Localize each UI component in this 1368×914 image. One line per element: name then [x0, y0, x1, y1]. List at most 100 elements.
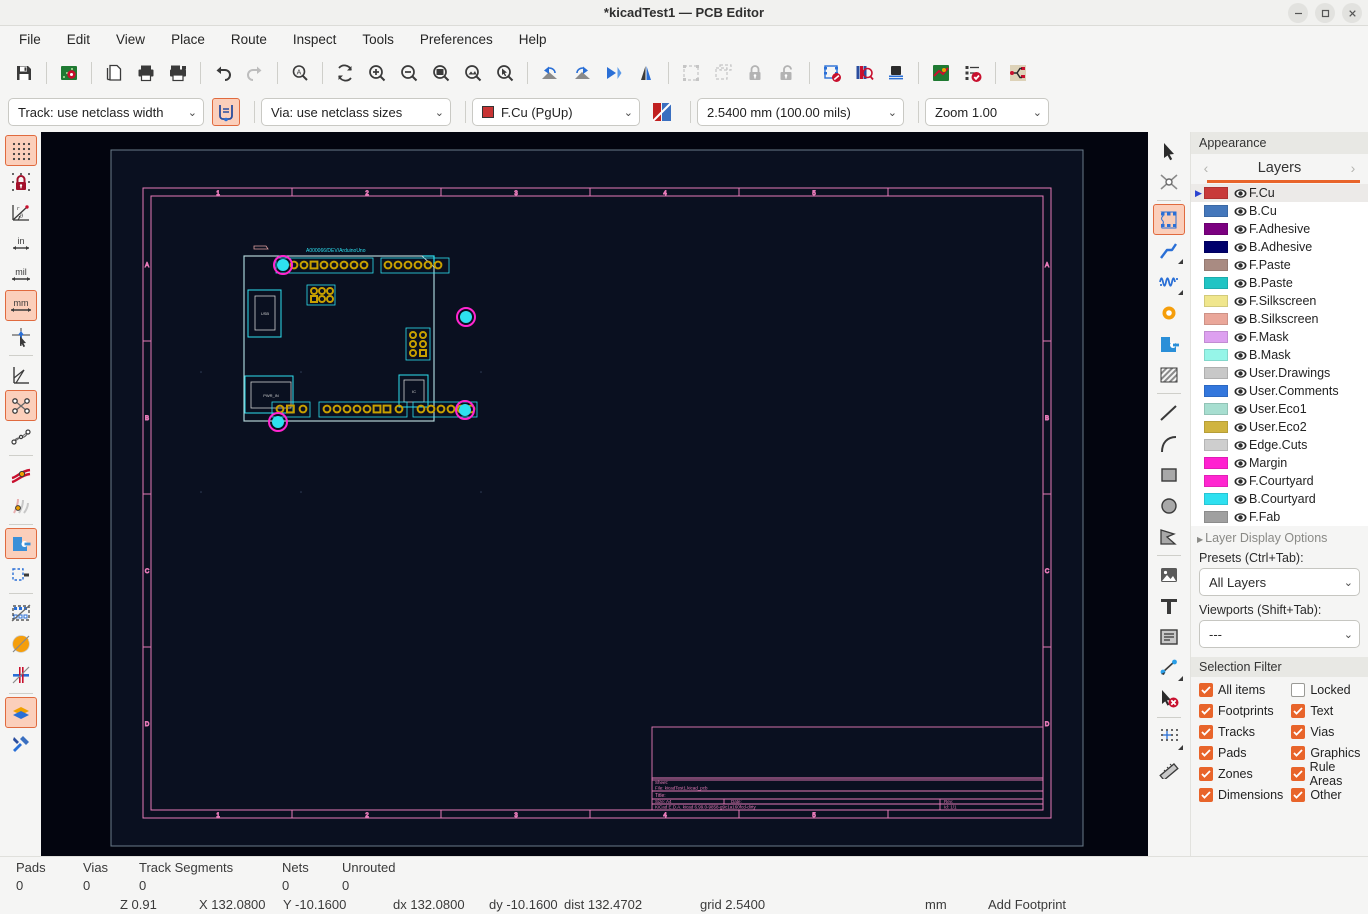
layer-visibility-eye-icon[interactable]	[1232, 458, 1249, 469]
layer-color-swatch[interactable]	[1204, 223, 1228, 235]
close-icon[interactable]	[1342, 3, 1362, 23]
track-width-combo[interactable]: Track: use netclass width ⌄	[8, 98, 204, 126]
checkbox-icon[interactable]	[1291, 725, 1306, 739]
checkbox-icon[interactable]	[1199, 767, 1213, 781]
schematic-editor-icon[interactable]	[925, 57, 957, 89]
run-drc-icon[interactable]	[957, 57, 989, 89]
layer-visibility-eye-icon[interactable]	[1232, 440, 1249, 451]
add-via-icon[interactable]	[1153, 297, 1185, 328]
refresh-icon[interactable]	[329, 57, 361, 89]
selection-filter-item[interactable]: Pads	[1199, 744, 1283, 762]
local-ratsnest-icon[interactable]	[1153, 166, 1185, 197]
add-zone-icon[interactable]	[1153, 328, 1185, 359]
tab-prev-icon[interactable]: ‹	[1199, 160, 1213, 176]
layer-row[interactable]: Margin	[1191, 454, 1368, 472]
chevron-submenu-icon[interactable]	[1178, 745, 1183, 750]
minimize-icon[interactable]	[1288, 3, 1308, 23]
checkbox-icon[interactable]	[1291, 788, 1306, 802]
checkbox-icon[interactable]	[1199, 704, 1213, 718]
layer-row[interactable]: User.Comments	[1191, 382, 1368, 400]
find-icon[interactable]: A	[284, 57, 316, 89]
add-text-icon[interactable]	[1153, 590, 1185, 621]
checkbox-icon[interactable]	[1291, 746, 1306, 760]
layer-visibility-eye-icon[interactable]	[1232, 422, 1249, 433]
checkbox-icon[interactable]	[1291, 704, 1306, 718]
layer-visibility-eye-icon[interactable]	[1232, 368, 1249, 379]
unlock-icon[interactable]	[771, 57, 803, 89]
layer-visibility-eye-icon[interactable]	[1232, 512, 1249, 523]
maximize-icon[interactable]	[1315, 3, 1335, 23]
measure-tool-icon[interactable]	[1153, 752, 1185, 783]
set-origin-icon[interactable]	[1153, 721, 1185, 752]
flip-vertical-icon[interactable]	[630, 57, 662, 89]
layer-display-options-toggle[interactable]: ▶ Layer Display Options	[1191, 526, 1368, 549]
layer-color-swatch[interactable]	[1204, 295, 1228, 307]
add-footprint-icon[interactable]	[1153, 204, 1185, 235]
menu-place[interactable]: Place	[158, 29, 218, 50]
text-outline-mode-icon[interactable]	[5, 597, 37, 628]
print-icon[interactable]	[130, 57, 162, 89]
track-sketch-mode-icon[interactable]	[5, 459, 37, 490]
layer-color-swatch[interactable]	[1204, 367, 1228, 379]
units-mils-icon[interactable]: mil	[5, 259, 37, 290]
zoom-selection-icon[interactable]	[489, 57, 521, 89]
checkbox-icon[interactable]	[1199, 788, 1213, 802]
layer-visibility-eye-icon[interactable]	[1232, 224, 1249, 235]
layer-row[interactable]: F.Fab	[1191, 508, 1368, 526]
draw-line-icon[interactable]	[1153, 397, 1185, 428]
pad-sketch-mode-icon[interactable]	[4, 528, 37, 559]
selection-filter-item[interactable]: All items	[1199, 681, 1283, 699]
layer-visibility-eye-icon[interactable]	[1232, 494, 1249, 505]
track-via-properties-icon[interactable]	[212, 98, 240, 126]
layer-visibility-eye-icon[interactable]	[1232, 476, 1249, 487]
polar-coords-icon[interactable]: rθ	[5, 197, 37, 228]
layer-row[interactable]: F.Silkscreen	[1191, 292, 1368, 310]
delete-tool-icon[interactable]	[1153, 683, 1185, 714]
layer-row[interactable]: B.Paste	[1191, 274, 1368, 292]
checkbox-icon[interactable]	[1199, 746, 1213, 760]
netlist-icon[interactable]	[1002, 57, 1034, 89]
redo-icon[interactable]	[239, 57, 271, 89]
undo-icon[interactable]	[207, 57, 239, 89]
footprint-library-icon[interactable]	[848, 57, 880, 89]
zoom-out-icon[interactable]	[393, 57, 425, 89]
layer-row[interactable]: F.Paste	[1191, 256, 1368, 274]
layer-row[interactable]: User.Eco1	[1191, 400, 1368, 418]
checkbox-icon[interactable]	[1291, 767, 1305, 781]
menu-edit[interactable]: Edit	[54, 29, 103, 50]
selection-filter-item[interactable]: Rule Areas	[1291, 760, 1368, 788]
zoom-in-icon[interactable]	[361, 57, 393, 89]
chevron-submenu-icon[interactable]	[1178, 290, 1183, 295]
layer-row[interactable]: User.Drawings	[1191, 364, 1368, 382]
layer-color-swatch[interactable]	[1204, 331, 1228, 343]
zoom-fit-page-icon[interactable]	[425, 57, 457, 89]
layer-row[interactable]: B.Silkscreen	[1191, 310, 1368, 328]
layer-visibility-eye-icon[interactable]	[1232, 314, 1249, 325]
selection-filter-item[interactable]: Vias	[1291, 723, 1368, 741]
presets-select[interactable]: All Layers ⌄	[1199, 568, 1360, 596]
layer-pair-icon[interactable]	[648, 98, 676, 126]
units-mm-icon[interactable]: mm	[4, 290, 37, 321]
layer-row[interactable]: Edge.Cuts	[1191, 436, 1368, 454]
menu-file[interactable]: File	[6, 29, 54, 50]
via-sketch-mode-icon[interactable]	[5, 490, 37, 521]
chevron-submenu-icon[interactable]	[1178, 259, 1183, 264]
active-layer-combo[interactable]: F.Cu (PgUp) ⌄	[472, 98, 640, 126]
layer-row[interactable]: B.Mask	[1191, 346, 1368, 364]
draw-polygon-icon[interactable]	[1153, 521, 1185, 552]
units-inches-icon[interactable]: in	[5, 228, 37, 259]
layer-color-swatch[interactable]	[1204, 385, 1228, 397]
layer-visibility-eye-icon[interactable]	[1232, 350, 1249, 361]
layer-color-swatch[interactable]	[1204, 475, 1228, 487]
layer-visibility-eye-icon[interactable]	[1232, 404, 1249, 415]
board-setup-icon[interactable]	[53, 57, 85, 89]
layer-color-swatch[interactable]	[1204, 187, 1228, 199]
full-crosshair-icon[interactable]	[5, 321, 37, 352]
layer-color-swatch[interactable]	[1204, 277, 1228, 289]
menu-inspect[interactable]: Inspect	[280, 29, 350, 50]
layer-color-swatch[interactable]	[1204, 493, 1228, 505]
layer-color-swatch[interactable]	[1204, 511, 1228, 523]
selection-filter-item[interactable]: Other	[1291, 786, 1368, 804]
layer-visibility-eye-icon[interactable]	[1232, 260, 1249, 271]
flip-horizontal-icon[interactable]	[598, 57, 630, 89]
